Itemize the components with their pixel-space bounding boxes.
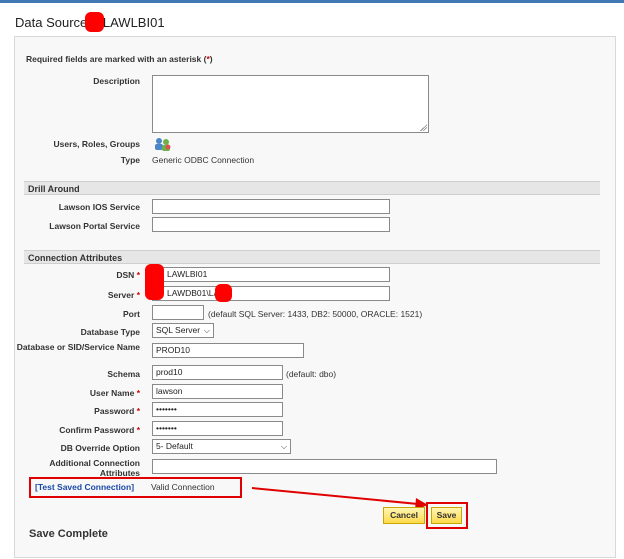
highlight-box-save (426, 502, 468, 529)
cancel-button[interactable]: Cancel (383, 507, 425, 524)
annotation-arrow (251, 487, 428, 510)
save-complete-message: Save Complete (29, 528, 108, 540)
